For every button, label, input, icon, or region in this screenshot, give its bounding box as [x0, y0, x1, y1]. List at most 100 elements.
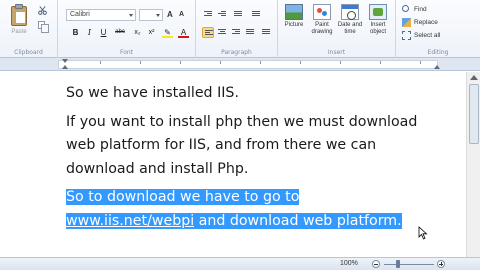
replace-label: Replace: [414, 19, 438, 26]
ruler-tick: [100, 61, 101, 64]
align-right-icon: [232, 29, 240, 36]
clipboard-group: Paste Clipboard: [0, 0, 58, 58]
bullet-list-icon: [234, 11, 242, 18]
editing-group: Find Replace Select all Editing: [396, 0, 480, 58]
chevron-down-icon: [156, 14, 160, 17]
zoom-out-button[interactable]: [372, 260, 380, 268]
font-size-select[interactable]: [139, 9, 163, 21]
font-group: Calibri A A B I U abc x₂ x² ✎ A Font: [58, 0, 196, 58]
increase-indent-button[interactable]: [216, 9, 228, 20]
insert-object-button[interactable]: Insert object: [364, 4, 392, 36]
selected-text-line1: So to download we have to go to: [66, 189, 300, 205]
vertical-scrollbar[interactable]: [466, 72, 480, 257]
align-right-button[interactable]: [230, 27, 242, 38]
align-center-button[interactable]: [216, 27, 228, 38]
ruler-tick: [180, 61, 181, 64]
paragraph-group: Paragraph: [196, 0, 278, 58]
insert-group-label: Insert: [327, 49, 346, 56]
subscript-button[interactable]: x₂: [132, 27, 143, 38]
paint-drawing-label: Paint drawing: [311, 22, 333, 35]
highlight-button[interactable]: ✎: [162, 27, 173, 38]
scissors-icon: [38, 6, 47, 15]
strikethrough-button[interactable]: abc: [112, 27, 128, 38]
select-all-icon: [402, 31, 411, 40]
chevron-down-icon: [129, 14, 133, 17]
insert-object-icon: [369, 4, 387, 20]
copy-button[interactable]: [36, 20, 50, 33]
copy-icon: [38, 21, 49, 33]
italic-button[interactable]: I: [84, 27, 95, 38]
font-name-value: Calibri: [70, 11, 90, 18]
align-left-icon: [205, 30, 213, 37]
underline-button[interactable]: U: [98, 27, 109, 38]
clipboard-group-label: Clipboard: [14, 49, 43, 56]
paste-label: Paste: [11, 29, 27, 35]
paragraph-3: So to download we have to go to www.iis.n…: [66, 186, 426, 233]
find-icon: [402, 5, 409, 12]
superscript-button[interactable]: x²: [146, 27, 157, 38]
ruler[interactable]: [0, 58, 480, 71]
selected-link: www.iis.net/webpi: [66, 212, 195, 229]
paragraph-icon: [262, 29, 270, 36]
bullet-list-button[interactable]: [232, 9, 244, 20]
ribbon: Paste Clipboard Calibri A A B I U abc x₂…: [0, 0, 480, 58]
increase-indent-icon: [218, 11, 226, 18]
align-left-button[interactable]: [202, 27, 214, 38]
ruler-tick: [300, 61, 301, 64]
first-line-indent-marker[interactable]: [62, 59, 68, 63]
paragraph-settings-button[interactable]: [260, 27, 272, 38]
document-area[interactable]: So we have installed IIS. If you want to…: [0, 72, 480, 257]
mouse-cursor-icon: [418, 226, 428, 240]
date-time-icon: [341, 4, 359, 20]
zoom-in-button[interactable]: [437, 260, 445, 268]
line-spacing-button[interactable]: [250, 9, 262, 20]
grow-font-button[interactable]: A: [167, 10, 173, 19]
shrink-font-button[interactable]: A: [179, 11, 184, 18]
font-color-button[interactable]: A: [178, 27, 189, 38]
font-color-bar: [178, 36, 189, 38]
justify-icon: [246, 29, 254, 36]
ruler-tick: [340, 61, 341, 64]
date-time-button[interactable]: Date and time: [336, 4, 364, 36]
insert-object-label: Insert object: [369, 22, 386, 35]
paste-icon: [9, 4, 29, 26]
paste-button[interactable]: Paste: [6, 3, 32, 39]
select-all-label: Select all: [414, 32, 441, 39]
highlight-color-bar: [162, 36, 173, 38]
replace-icon: [402, 18, 411, 27]
ruler-tick: [140, 61, 141, 64]
left-indent-marker[interactable]: [62, 65, 68, 69]
status-bar: 100%: [0, 257, 480, 270]
zoom-slider-thumb[interactable]: [396, 260, 400, 268]
select-all-button[interactable]: Select all: [401, 30, 440, 41]
picture-icon: [285, 4, 303, 20]
right-indent-marker[interactable]: [434, 65, 440, 69]
replace-button[interactable]: Replace: [401, 17, 438, 28]
justify-button[interactable]: [244, 27, 256, 38]
zoom-slider-track[interactable]: [384, 264, 434, 265]
find-label: Find: [414, 6, 427, 13]
paragraph-group-label: Paragraph: [221, 49, 252, 56]
find-button[interactable]: Find: [401, 4, 427, 15]
picture-button[interactable]: Picture: [280, 4, 308, 29]
paragraph-1: So we have installed IIS.: [66, 85, 239, 101]
ruler-tick: [220, 61, 221, 64]
selected-text-rest: and download web platform.: [194, 212, 402, 229]
document-text[interactable]: So we have installed IIS. If you want to…: [66, 82, 426, 238]
date-time-label: Date and time: [337, 22, 363, 35]
paint-drawing-button[interactable]: Paint drawing: [308, 4, 336, 36]
ruler-tick: [380, 61, 381, 64]
font-name-select[interactable]: Calibri: [66, 9, 136, 21]
scrollbar-thumb[interactable]: [469, 84, 479, 144]
paint-icon: [313, 4, 331, 20]
scroll-up-icon[interactable]: [470, 75, 478, 80]
zoom-level: 100%: [340, 260, 358, 267]
bold-button[interactable]: B: [70, 27, 81, 38]
picture-label: Picture: [284, 22, 304, 28]
font-group-label: Font: [119, 49, 134, 56]
decrease-indent-icon: [204, 11, 212, 18]
decrease-indent-button[interactable]: [202, 9, 214, 20]
line-spacing-icon: [252, 11, 260, 18]
cut-button[interactable]: [36, 5, 50, 16]
paragraph-2: If you want to install php then we must …: [66, 113, 418, 177]
